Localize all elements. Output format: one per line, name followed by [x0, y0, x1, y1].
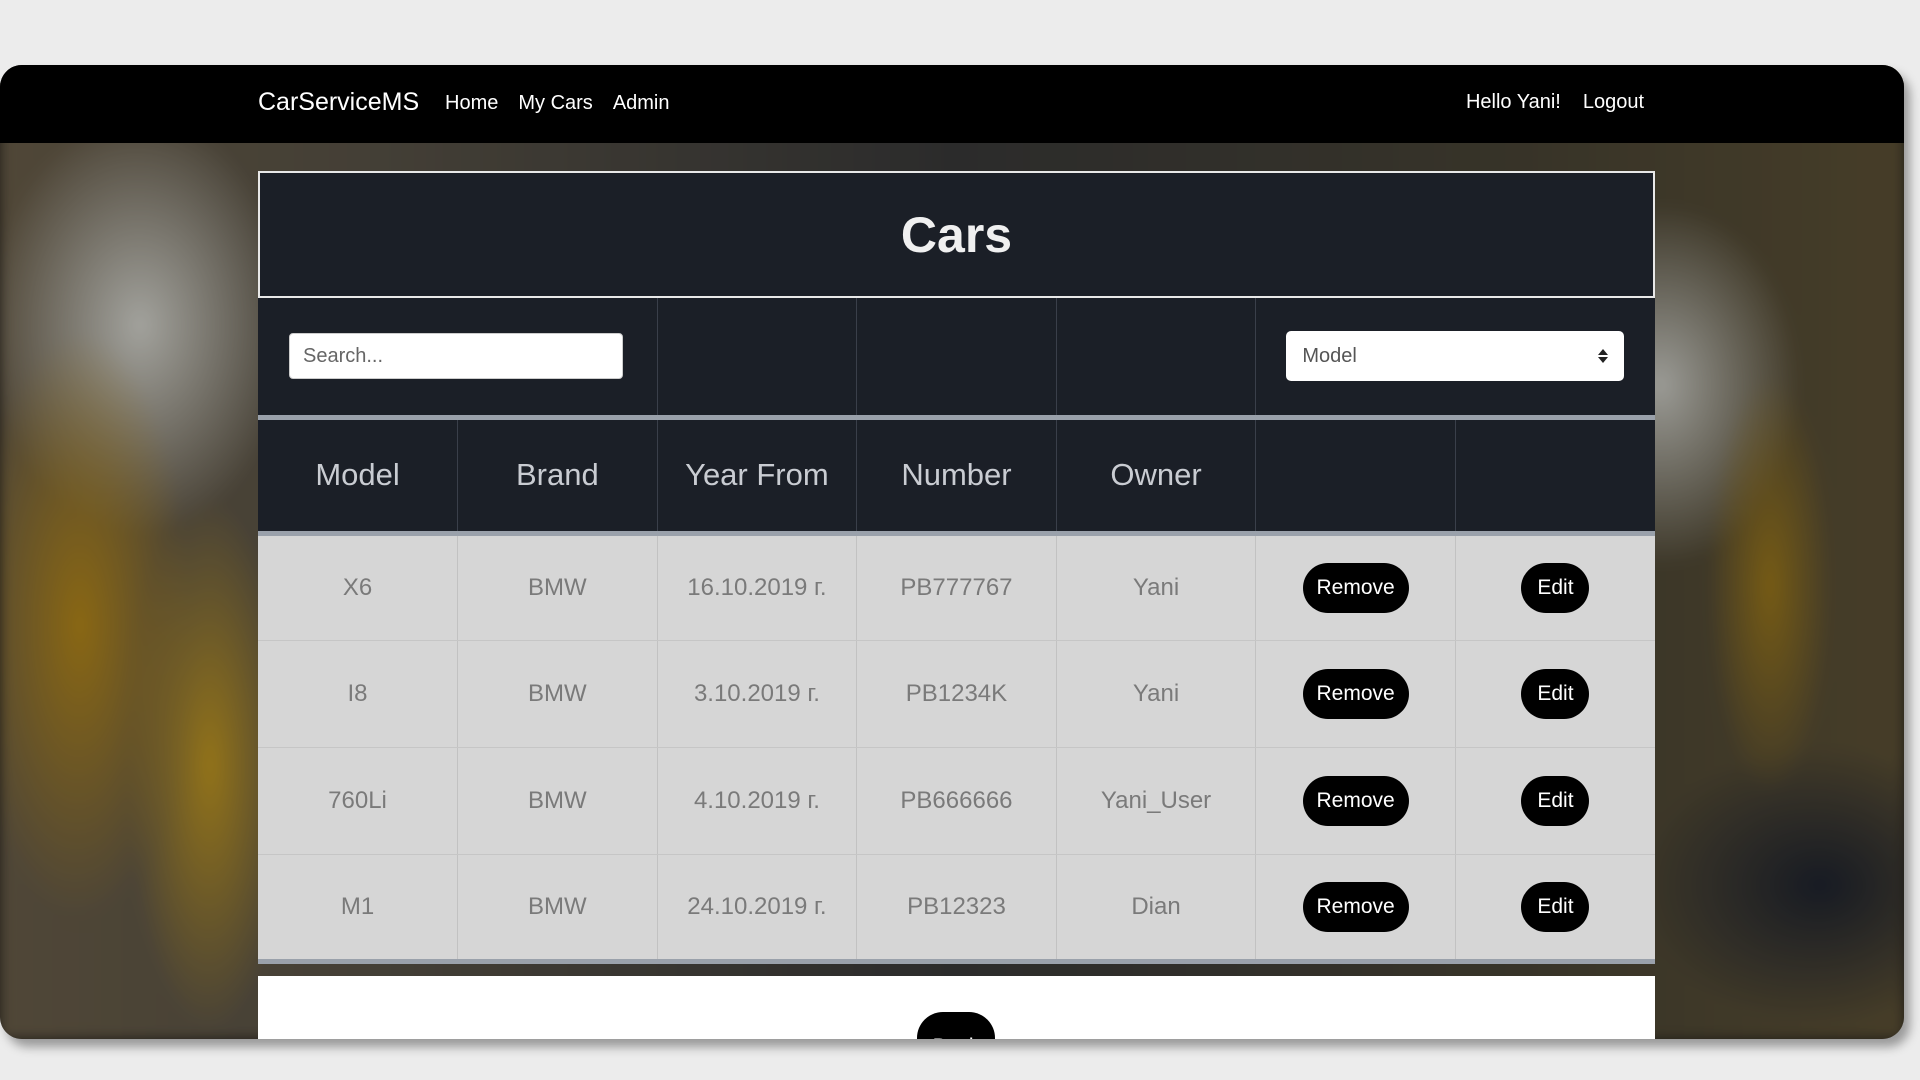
nav-user-area: Hello Yani! Logout — [1466, 91, 1644, 114]
brand-link[interactable]: CarServiceMS — [258, 88, 419, 117]
table-row: X6 BMW 16.10.2019 г. PB777767 Yani Remov… — [258, 533, 1655, 641]
cell-brand: BMW — [457, 854, 658, 964]
title-box: Cars — [258, 171, 1655, 298]
edit-button[interactable]: Edit — [1521, 775, 1590, 826]
cell-owner: Yani_User — [1056, 747, 1257, 855]
column-header-year-from: Year From — [657, 417, 858, 536]
table-row: M1 BMW 24.10.2019 г. PB12323 Dian Remove… — [258, 854, 1655, 964]
nav-link-home[interactable]: Home — [445, 92, 498, 115]
remove-button[interactable]: Remove — [1302, 562, 1409, 613]
cell-model: X6 — [258, 533, 459, 641]
user-greeting[interactable]: Hello Yani! — [1466, 91, 1561, 114]
cell-owner: Yani — [1056, 640, 1257, 748]
table-row: 760Li BMW 4.10.2019 г. PB666666 Yani_Use… — [258, 747, 1655, 855]
cars-table: Model Model Brand Year From Number Owner… — [258, 298, 1655, 964]
nav-link-admin[interactable]: Admin — [613, 92, 670, 115]
cell-year-from: 4.10.2019 г. — [657, 747, 858, 855]
logout-link[interactable]: Logout — [1583, 91, 1644, 114]
edit-button[interactable]: Edit — [1521, 562, 1590, 613]
edit-button[interactable]: Edit — [1521, 668, 1590, 719]
cell-owner: Yani — [1056, 533, 1257, 641]
nav-link-my-cars[interactable]: My Cars — [518, 92, 592, 115]
sort-select[interactable]: Model — [1286, 331, 1625, 382]
cell-year-from: 3.10.2019 г. — [657, 640, 858, 748]
edit-button[interactable]: Edit — [1521, 881, 1590, 932]
cell-year-from: 16.10.2019 г. — [657, 533, 858, 641]
cell-model: M1 — [258, 854, 459, 964]
column-header-number: Number — [856, 417, 1057, 536]
select-arrows-icon — [1598, 349, 1609, 364]
cell-number: PB1234K — [856, 640, 1057, 748]
nav-links: Home My Cars Admin — [445, 92, 670, 115]
column-header-edit — [1455, 417, 1655, 536]
table-row: I8 BMW 3.10.2019 г. PB1234K Yani Remove … — [258, 640, 1655, 748]
filter-row: Model — [258, 298, 1655, 420]
remove-button[interactable]: Remove — [1302, 881, 1409, 932]
cell-brand: BMW — [457, 747, 658, 855]
cell-number: PB666666 — [856, 747, 1057, 855]
cell-model: 760Li — [258, 747, 459, 855]
remove-button[interactable]: Remove — [1302, 668, 1409, 719]
remove-button[interactable]: Remove — [1302, 775, 1409, 826]
sort-select-value: Model — [1302, 344, 1357, 367]
table-header: Model Brand Year From Number Owner — [258, 417, 1655, 536]
back-button[interactable]: Back — [917, 1012, 995, 1039]
cell-year-from: 24.10.2019 г. — [657, 854, 858, 964]
cars-panel: Cars Model — [258, 171, 1655, 1039]
footer-box: Back — [258, 976, 1655, 1039]
cell-model: I8 — [258, 640, 459, 748]
column-header-brand: Brand — [457, 417, 658, 536]
column-header-model: Model — [258, 417, 459, 536]
column-header-remove — [1255, 417, 1456, 536]
navbar: CarServiceMS Home My Cars Admin Hello Ya… — [0, 65, 1904, 143]
page-title: Cars — [900, 206, 1013, 263]
cell-brand: BMW — [457, 640, 658, 748]
search-input[interactable] — [289, 333, 623, 380]
cell-number: PB777767 — [856, 533, 1057, 641]
cell-number: PB12323 — [856, 854, 1057, 964]
browser-viewport: CarServiceMS Home My Cars Admin Hello Ya… — [0, 65, 1904, 1039]
column-header-owner: Owner — [1056, 417, 1257, 536]
cell-owner: Dian — [1056, 854, 1257, 964]
cell-brand: BMW — [457, 533, 658, 641]
